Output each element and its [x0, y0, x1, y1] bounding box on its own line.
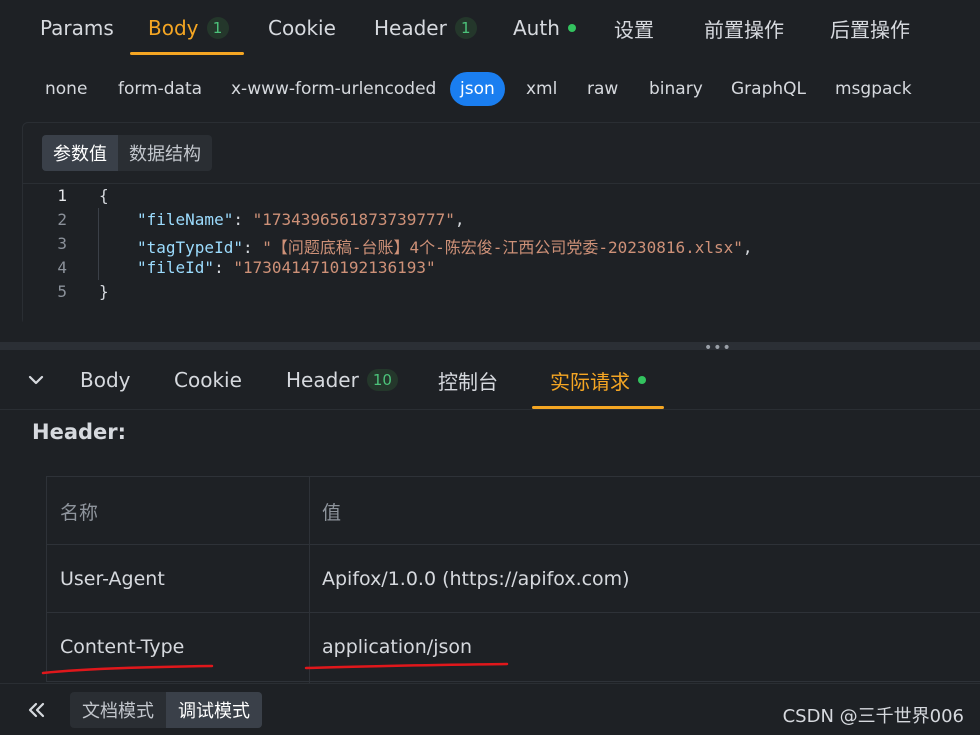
code-editor[interactable]: 1 { 2 "fileName": "1734396561873739777",… — [23, 183, 980, 325]
tab-params-label: Params — [40, 16, 114, 40]
tab-body[interactable]: Body 1 — [130, 0, 244, 56]
header-value-cell: Apifox/1.0.0 (https://apifox.com) — [322, 568, 630, 590]
code-text: "tagTypeId": "【问题底稿-台账】4个-陈宏俊-江西公司党委-202… — [137, 238, 753, 257]
code-text: "fileName": "1734396561873739777", — [137, 210, 465, 229]
json-trail: , — [454, 210, 465, 229]
mode-docs-button[interactable]: 文档模式 — [70, 692, 166, 728]
tab-response-cookie[interactable]: Cookie — [156, 350, 260, 410]
status-dot-icon — [567, 24, 576, 32]
tab-response-body-label: Body — [80, 368, 131, 392]
tab-console-label: 控制台 — [438, 369, 498, 394]
status-dot-icon — [638, 376, 646, 384]
tab-cookie-label: Cookie — [268, 16, 336, 40]
json-value: "1734396561873739777" — [252, 210, 455, 229]
body-type-json[interactable]: json — [450, 72, 505, 106]
body-type-form-data[interactable]: form-data — [108, 72, 212, 106]
column-header-value: 值 — [322, 501, 342, 524]
json-editor-panel: 参数值 数据结构 1 { 2 "fileName": "173439656187… — [22, 122, 980, 325]
tab-params[interactable]: Params — [22, 0, 132, 56]
tab-body-label: Body — [148, 16, 199, 40]
body-type-none[interactable]: none — [35, 72, 97, 106]
json-key: "fileName" — [137, 210, 234, 229]
code-line: 2 "fileName": "1734396561873739777", — [23, 208, 980, 232]
tab-post-label: 后置操作 — [830, 17, 910, 42]
tab-post-processors[interactable]: 后置操作 — [812, 0, 928, 56]
tab-response-header-badge: 10 — [366, 369, 398, 391]
tab-header-badge: 1 — [454, 17, 477, 39]
segment-values[interactable]: 参数值 — [42, 135, 118, 171]
header-name-cell: Content-Type — [60, 636, 185, 658]
watermark: CSDN @三千世界006 — [782, 706, 964, 727]
code-line: 5 } — [23, 280, 980, 304]
tab-pre-label: 前置操作 — [704, 17, 784, 42]
header-name-cell: User-Agent — [60, 568, 165, 590]
mode-debug-button[interactable]: 调试模式 — [166, 692, 262, 728]
tab-header-label: Header — [374, 16, 447, 40]
tab-console[interactable]: 控制台 — [420, 350, 516, 410]
table-header-row: 名称 值 — [47, 477, 980, 545]
column-header-name: 名称 — [60, 501, 99, 524]
footer-bar: 文档模式 调试模式 CSDN @三千世界006 — [0, 683, 980, 735]
body-type-selector: none form-data x-www-form-urlencoded jso… — [0, 68, 980, 112]
line-number: 1 — [57, 186, 67, 205]
line-number: 5 — [57, 282, 67, 301]
body-type-binary[interactable]: binary — [639, 72, 713, 106]
mode-toggle: 文档模式 调试模式 — [70, 692, 262, 728]
line-number: 3 — [57, 234, 67, 253]
tab-response-header-label: Header — [286, 368, 359, 392]
tab-cookie[interactable]: Cookie — [250, 0, 354, 56]
body-type-xml[interactable]: xml — [516, 72, 567, 106]
body-type-graphql[interactable]: GraphQL — [721, 72, 816, 106]
tab-response-header[interactable]: Header 10 — [268, 350, 416, 410]
code-line: 1 { — [23, 184, 980, 208]
header-section-title: Header: — [32, 420, 127, 444]
tab-actual-request[interactable]: 实际请求 — [532, 350, 664, 410]
response-tabs: Body Cookie Header 10 控制台 实际请求 — [0, 350, 980, 410]
line-number: 2 — [57, 210, 67, 229]
segment-schema[interactable]: 数据结构 — [118, 135, 212, 171]
request-tabs: Params Body 1 Cookie Header 1 Auth 设置 前置… — [0, 0, 980, 56]
body-type-urlencoded[interactable]: x-www-form-urlencoded — [221, 72, 446, 106]
tab-response-cookie-label: Cookie — [174, 368, 242, 392]
chevron-down-icon[interactable] — [24, 368, 48, 392]
body-type-raw[interactable]: raw — [577, 72, 628, 106]
tab-header[interactable]: Header 1 — [356, 0, 495, 56]
json-value: "【问题底稿-台账】4个-陈宏俊-江西公司党委-20230816.xlsx" — [262, 238, 743, 257]
header-value-cell: application/json — [322, 636, 473, 658]
header-table: 名称 值 User-Agent Apifox/1.0.0 (https://ap… — [46, 476, 980, 683]
double-chevron-left-icon[interactable] — [22, 696, 50, 724]
tab-settings[interactable]: 设置 — [596, 0, 672, 56]
code-text: { — [99, 186, 109, 205]
tab-settings-label: 设置 — [614, 17, 654, 42]
tab-auth[interactable]: Auth — [495, 0, 594, 56]
code-line: 4 "fileId": "1730414710192136193" — [23, 256, 980, 280]
json-key: "fileId" — [137, 258, 215, 277]
json-key: "tagTypeId" — [137, 238, 243, 257]
panel-splitter[interactable] — [0, 342, 980, 350]
tab-body-badge: 1 — [206, 17, 229, 39]
tab-auth-label: Auth — [513, 16, 560, 40]
json-trail: , — [742, 238, 753, 257]
json-value: "1730414710192136193" — [233, 258, 436, 277]
tab-response-body[interactable]: Body — [62, 350, 149, 410]
table-row: User-Agent Apifox/1.0.0 (https://apifox.… — [47, 545, 980, 613]
tab-actual-request-label: 实际请求 — [550, 369, 630, 394]
editor-view-toggle: 参数值 数据结构 — [42, 135, 212, 171]
body-type-msgpack[interactable]: msgpack — [825, 72, 922, 106]
code-text: } — [99, 282, 109, 301]
table-row: Content-Type application/json — [47, 613, 980, 681]
tab-pre-processors[interactable]: 前置操作 — [686, 0, 802, 56]
code-line: 3 "tagTypeId": "【问题底稿-台账】4个-陈宏俊-江西公司党委-2… — [23, 232, 980, 257]
line-number: 4 — [57, 258, 67, 277]
code-text: "fileId": "1730414710192136193" — [137, 258, 436, 277]
